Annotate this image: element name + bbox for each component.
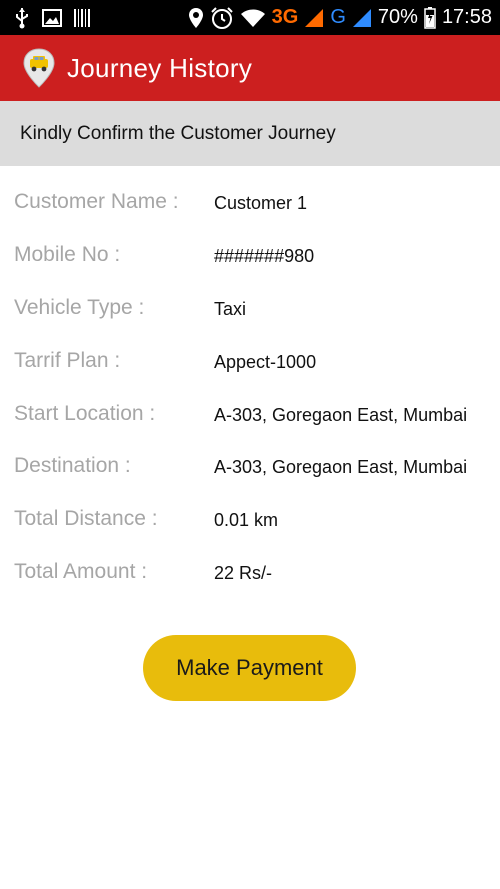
network-g-label: G bbox=[330, 6, 346, 28]
detail-value: 0.01 km bbox=[214, 510, 279, 531]
detail-row-customer-name: Customer Name : Customer 1 bbox=[0, 178, 500, 231]
detail-value: Appect-1000 bbox=[214, 351, 317, 372]
image-icon bbox=[42, 8, 62, 27]
detail-label: Start Location : bbox=[14, 401, 156, 425]
detail-label: Vehicle Type : bbox=[14, 295, 145, 319]
detail-label: Destination : bbox=[14, 454, 131, 478]
detail-value: Customer 1 bbox=[214, 193, 308, 213]
app-bar: Journey History bbox=[0, 35, 500, 101]
barcode-icon bbox=[74, 8, 90, 27]
detail-row-destination: Destination : A-303, Goregaon East, Mumb… bbox=[0, 442, 500, 495]
clock: 17:58 bbox=[441, 6, 492, 28]
wifi-icon bbox=[240, 9, 265, 27]
battery-icon bbox=[424, 6, 436, 29]
detail-row-start-location: Start Location : A-303, Goregaon East, M… bbox=[0, 390, 500, 443]
taxi-location-pin-icon[interactable] bbox=[22, 48, 56, 88]
detail-value: Taxi bbox=[214, 298, 247, 319]
status-bar: 3G G 70% 17:58 bbox=[0, 0, 500, 35]
detail-row-total-amount: Total Amount : 22 Rs/- bbox=[0, 548, 500, 601]
detail-row-total-distance: Total Distance : 0.01 km bbox=[0, 495, 500, 548]
status-bar-indicators: 3G G 70% 17:58 bbox=[182, 6, 492, 30]
alarm-icon bbox=[210, 6, 233, 29]
journey-details: Customer Name : Customer 1 Mobile No : #… bbox=[0, 178, 500, 601]
banner-text: Kindly Confirm the Customer Journey bbox=[20, 122, 336, 144]
detail-label: Mobile No : bbox=[14, 242, 121, 266]
detail-label: Customer Name : bbox=[14, 190, 179, 213]
make-payment-button[interactable]: Make Payment bbox=[143, 635, 356, 701]
detail-label: Total Amount : bbox=[14, 560, 148, 584]
usb-icon bbox=[16, 7, 28, 28]
battery-percent: 70% bbox=[377, 6, 418, 28]
detail-value: A-303, Goregaon East, Mumbai bbox=[214, 457, 468, 478]
location-icon bbox=[188, 7, 203, 28]
page-title: Journey History bbox=[67, 52, 253, 83]
status-bar-notifications bbox=[14, 7, 102, 29]
detail-label: Tarrif Plan : bbox=[14, 348, 121, 372]
detail-value: 22 Rs/- bbox=[214, 563, 273, 584]
confirm-banner: Kindly Confirm the Customer Journey bbox=[0, 101, 500, 166]
detail-value: #######980 bbox=[214, 245, 315, 266]
detail-value: A-303, Goregaon East, Mumbai bbox=[214, 404, 468, 425]
detail-row-vehicle-type: Vehicle Type : Taxi bbox=[0, 284, 500, 337]
detail-label: Total Distance : bbox=[14, 507, 158, 531]
signal-icon bbox=[305, 8, 324, 27]
detail-row-tarrif-plan: Tarrif Plan : Appect-1000 bbox=[0, 337, 500, 390]
detail-row-mobile-no: Mobile No : #######980 bbox=[0, 231, 500, 284]
network-3g-label: 3G bbox=[271, 6, 299, 28]
signal-icon bbox=[352, 8, 371, 27]
